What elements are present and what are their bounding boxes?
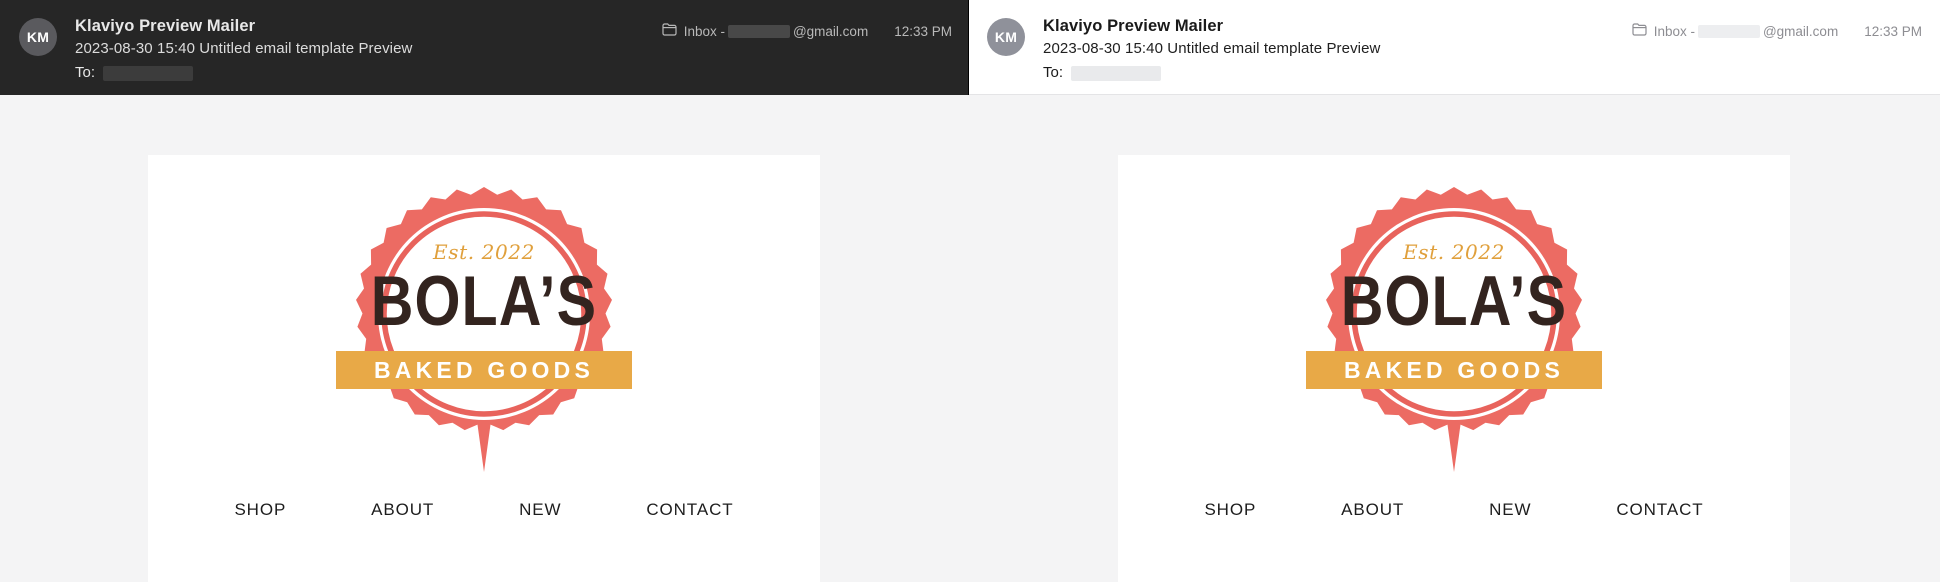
mailbox-indicator: Inbox - @gmail.com	[662, 23, 869, 39]
timestamp: 12:33 PM	[894, 23, 952, 39]
nav-item-new[interactable]: NEW	[1489, 500, 1531, 520]
email-preview-comparison-screen: KM Klaviyo Preview Mailer 2023-08-30 15:…	[0, 0, 1940, 582]
mailbox-text: Inbox - @gmail.com	[1654, 24, 1839, 39]
nav-item-about[interactable]: ABOUT	[1341, 500, 1404, 520]
to-recipient-redaction	[103, 65, 194, 81]
avatar: KM	[19, 18, 57, 56]
mailbox-prefix: Inbox -	[1653, 23, 1695, 39]
mail-header-dark: KM Klaviyo Preview Mailer 2023-08-30 15:…	[0, 0, 968, 95]
nav-item-contact[interactable]: CONTACT	[646, 500, 733, 520]
mailbox-text: Inbox - @gmail.com	[684, 24, 869, 39]
mail-header-light: KM Klaviyo Preview Mailer 2023-08-30 15:…	[968, 0, 1940, 95]
mail-header-text: Klaviyo Preview Mailer 2023-08-30 15:40 …	[1043, 12, 1632, 84]
nav-item-contact[interactable]: CONTACT	[1616, 500, 1703, 520]
folder-icon	[662, 23, 677, 39]
preview-panel-dark: KM Klaviyo Preview Mailer 2023-08-30 15:…	[0, 0, 968, 582]
nav-item-new[interactable]: NEW	[519, 500, 561, 520]
brand-logo: Est. 2022 BOLA’S BAKED GOODS	[148, 155, 820, 478]
mail-header-meta: Inbox - @gmail.com 12:33 PM	[662, 12, 968, 39]
to-label: To:	[1043, 64, 1064, 81]
email-body-area-light: Est. 2022 BOLA’S BAKED GOODS SHOP ABOUT …	[968, 95, 1940, 582]
subject-line: 2023-08-30 15:40 Untitled email template…	[75, 40, 413, 57]
folder-icon	[1632, 23, 1647, 39]
email-navbar: SHOP ABOUT NEW CONTACT	[148, 500, 820, 520]
email-card: Est. 2022 BOLA’S BAKED GOODS SHOP ABOUT …	[1118, 155, 1790, 582]
mailbox-prefix: Inbox -	[683, 23, 725, 39]
mailbox-recipient-redaction	[727, 24, 790, 38]
nav-item-shop[interactable]: SHOP	[1204, 500, 1256, 520]
logo-brand-text: BOLA’S	[1341, 261, 1567, 340]
bolas-baked-goods-logo-icon: Est. 2022 BOLA’S BAKED GOODS	[336, 187, 632, 472]
email-card: Est. 2022 BOLA’S BAKED GOODS SHOP ABOUT …	[148, 155, 820, 582]
logo-brand-text: BOLA’S	[371, 261, 597, 340]
avatar: KM	[987, 18, 1025, 56]
email-navbar: SHOP ABOUT NEW CONTACT	[1118, 500, 1790, 520]
mail-header-meta: Inbox - @gmail.com 12:33 PM	[1632, 12, 1940, 39]
logo-tagline-text: BAKED GOODS	[1344, 357, 1564, 383]
to-label: To:	[75, 64, 96, 81]
nav-item-about[interactable]: ABOUT	[371, 500, 434, 520]
panel-divider	[968, 0, 969, 95]
subject-line: 2023-08-30 15:40 Untitled email template…	[1043, 40, 1381, 57]
avatar-initials: KM	[994, 29, 1018, 45]
mailbox-indicator: Inbox - @gmail.com	[1632, 23, 1839, 39]
sender-name: Klaviyo Preview Mailer	[75, 17, 256, 35]
preview-panel-light: KM Klaviyo Preview Mailer 2023-08-30 15:…	[968, 0, 1940, 582]
to-row: To:	[75, 62, 662, 84]
brand-logo: Est. 2022 BOLA’S BAKED GOODS	[1118, 155, 1790, 478]
bolas-baked-goods-logo-icon: Est. 2022 BOLA’S BAKED GOODS	[1306, 187, 1602, 472]
mailbox-recipient-redaction	[1697, 24, 1760, 38]
to-row: To:	[1043, 62, 1632, 84]
email-body-area-dark: Est. 2022 BOLA’S BAKED GOODS SHOP ABOUT …	[0, 95, 968, 582]
nav-item-shop[interactable]: SHOP	[234, 500, 286, 520]
avatar-initials: KM	[26, 29, 50, 45]
timestamp: 12:33 PM	[1864, 23, 1922, 39]
mail-header-text: Klaviyo Preview Mailer 2023-08-30 15:40 …	[75, 12, 662, 84]
mailbox-domain: @gmail.com	[792, 23, 869, 39]
mailbox-domain: @gmail.com	[1762, 23, 1839, 39]
sender-name: Klaviyo Preview Mailer	[1043, 17, 1224, 35]
logo-tagline-text: BAKED GOODS	[374, 357, 594, 383]
to-recipient-redaction	[1071, 65, 1162, 81]
